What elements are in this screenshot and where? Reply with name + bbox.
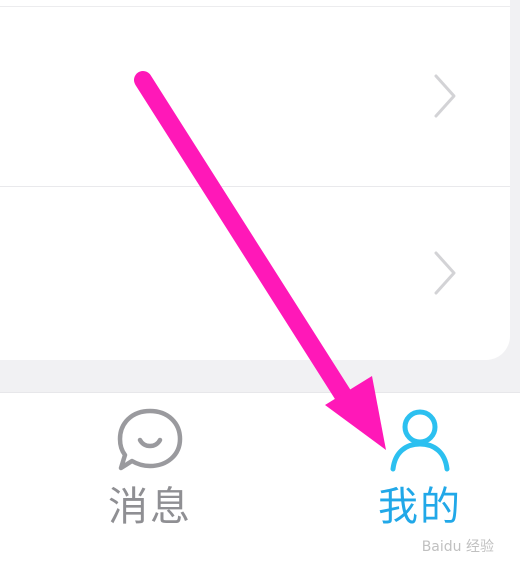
tab-messages[interactable]: 消息	[60, 393, 240, 573]
chevron-right-icon	[434, 74, 456, 118]
watermark: Baidu 经验	[421, 539, 494, 555]
list-item[interactable]	[0, 0, 510, 186]
settings-card	[0, 0, 510, 360]
content-area	[0, 0, 520, 392]
tab-messages-label: 消息	[108, 484, 192, 530]
chevron-right-icon	[434, 251, 456, 295]
bottom-tab-bar: 消息 我的 Baidu 经验	[0, 392, 520, 573]
tab-mine-label: 我的	[378, 484, 462, 530]
list-item[interactable]	[0, 187, 510, 360]
person-icon	[390, 409, 450, 472]
chat-bubble-icon	[117, 408, 183, 471]
